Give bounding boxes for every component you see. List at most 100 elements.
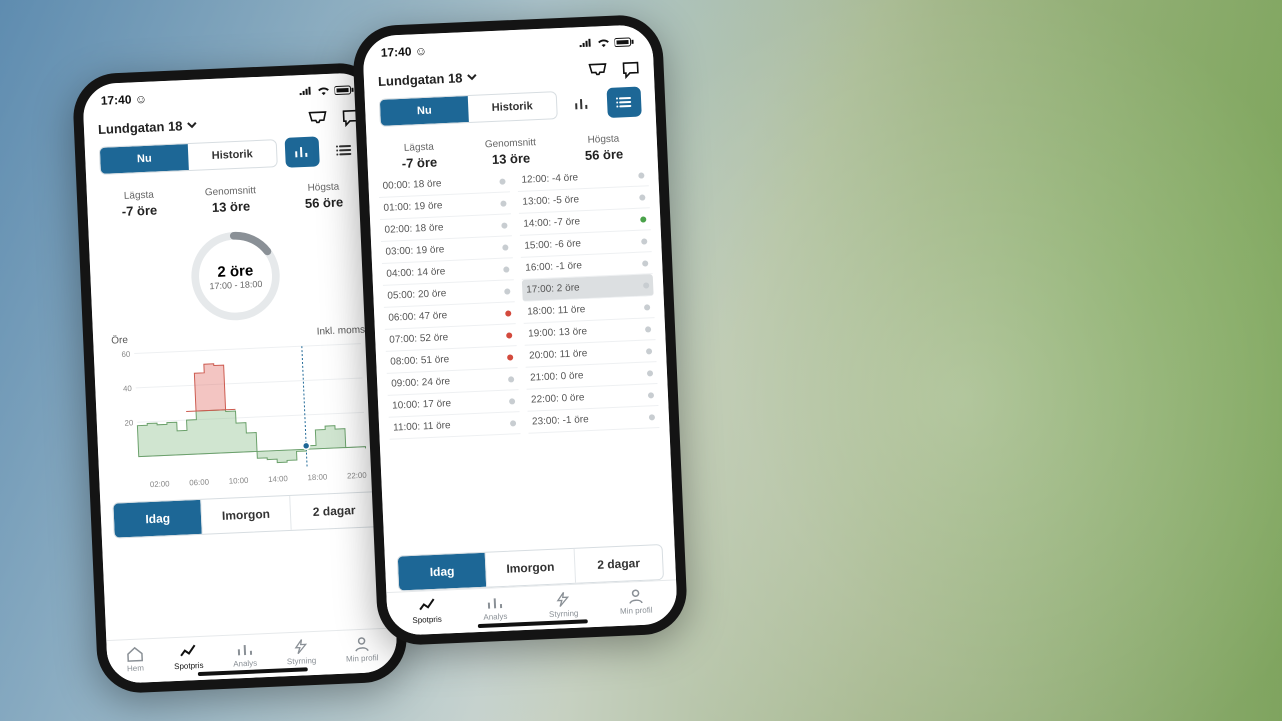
stat-high-label: Högsta [584, 133, 623, 146]
price-dot [507, 354, 513, 360]
bar-chart-icon [294, 145, 311, 160]
hour-text: 20:00: 11 öre [529, 348, 588, 362]
list-icon [336, 143, 353, 158]
phone-list-view: 17:40 ☺ Lundgatan 18 Nu Historik Lägsta-… [352, 14, 689, 647]
tab-now[interactable]: Nu [100, 144, 189, 174]
svg-text:14:00: 14:00 [268, 474, 289, 484]
hour-text: 18:00: 11 öre [527, 304, 586, 318]
svg-text:06:00: 06:00 [189, 478, 210, 488]
time-segment: Nu Historik [99, 139, 278, 175]
inbox-icon[interactable] [307, 110, 328, 129]
time-segment: Nu Historik [379, 91, 558, 127]
status-right-icons [578, 37, 634, 49]
wifi-icon [316, 86, 330, 97]
signal-icon [298, 87, 312, 98]
hour-row[interactable]: 11:00: 11 öre [389, 412, 521, 440]
tab-styrning[interactable]: Styrning [548, 591, 579, 619]
hour-text: 15:00: -6 öre [524, 238, 581, 251]
stat-high-value: 56 öre [305, 194, 344, 211]
stat-avg-value: 13 öre [205, 198, 257, 215]
price-dot [641, 238, 647, 244]
price-dot [640, 216, 646, 222]
price-dot [638, 172, 644, 178]
day-tomorrow[interactable]: Imorgon [201, 496, 291, 534]
trend-icon [179, 643, 198, 660]
svg-text:10:00: 10:00 [229, 476, 250, 486]
price-dot [500, 200, 506, 206]
chevron-down-icon [466, 72, 476, 82]
view-chart-button[interactable] [285, 136, 320, 167]
stat-avg-value: 13 öre [485, 150, 537, 167]
stat-low-value: -7 öre [121, 202, 157, 219]
tab-styrning[interactable]: Styrning [286, 638, 317, 666]
view-list-button[interactable] [607, 87, 642, 118]
wifi-icon [596, 38, 610, 49]
bar-chart-icon [574, 97, 591, 112]
person-icon [626, 588, 645, 605]
price-dot [508, 376, 514, 382]
battery-icon [614, 37, 634, 48]
tab-spotpris[interactable]: Spotpris [173, 643, 204, 671]
hour-text: 00:00: 18 öre [382, 178, 441, 192]
day-two[interactable]: 2 dagar [289, 492, 379, 530]
hour-text: 21:00: 0 öre [530, 370, 584, 383]
status-face-icon: ☺ [134, 92, 147, 107]
hour-text: 17:00: 2 öre [526, 282, 580, 295]
chat-icon[interactable] [621, 61, 640, 80]
hour-text: 16:00: -1 öre [525, 260, 582, 273]
inbox-icon[interactable] [587, 62, 608, 81]
chevron-down-icon [186, 120, 196, 130]
hour-list-right: 12:00: -4 öre13:00: -5 öre14:00: -7 öre1… [517, 164, 664, 543]
price-dot [644, 304, 650, 310]
price-chart[interactable]: 20406002:0006:0010:0014:0018:0022:00 [94, 335, 390, 498]
hour-text: 12:00: -4 öre [521, 172, 578, 185]
price-dot [643, 282, 649, 288]
view-chart-button[interactable] [565, 88, 600, 119]
gauge-range: 17:00 - 18:00 [209, 278, 262, 290]
tab-home[interactable]: Hem [125, 645, 144, 673]
tab-analys[interactable]: Analys [232, 641, 257, 669]
stat-low-label: Lägsta [121, 189, 157, 202]
location-selector[interactable]: Lundgatan 18 [98, 117, 197, 136]
signal-icon [578, 39, 592, 50]
svg-text:60: 60 [121, 350, 131, 359]
tab-analys[interactable]: Analys [482, 594, 507, 622]
price-dot [642, 260, 648, 266]
analytics-icon [485, 594, 504, 611]
svg-text:40: 40 [123, 384, 133, 393]
analytics-icon [235, 641, 254, 658]
day-two[interactable]: 2 dagar [573, 545, 663, 583]
location-selector[interactable]: Lundgatan 18 [378, 69, 477, 88]
price-dot [648, 392, 654, 398]
svg-text:18:00: 18:00 [307, 472, 328, 482]
stat-high-label: Högsta [304, 181, 343, 194]
price-dot [649, 414, 655, 420]
stat-avg-label: Genomsnitt [485, 137, 537, 150]
bolt-icon [292, 638, 311, 655]
hour-row[interactable]: 23:00: -1 öre [528, 406, 660, 434]
status-face-icon: ☺ [414, 44, 427, 59]
day-today[interactable]: Idag [113, 500, 202, 538]
hour-text: 22:00: 0 öre [531, 392, 585, 405]
hour-list-left: 00:00: 18 öre01:00: 19 öre02:00: 18 öre0… [378, 170, 525, 549]
bolt-icon [554, 591, 573, 608]
tab-profile[interactable]: Min profil [619, 588, 653, 616]
hour-text: 19:00: 13 öre [528, 326, 587, 340]
day-tomorrow[interactable]: Imorgon [485, 549, 575, 587]
price-dot [509, 398, 515, 404]
tab-now[interactable]: Nu [380, 96, 469, 126]
price-dot [639, 194, 645, 200]
tab-spotpris[interactable]: Spotpris [411, 597, 442, 625]
hour-text: 09:00: 24 öre [391, 376, 450, 390]
price-dot [502, 244, 508, 250]
tab-history[interactable]: Historik [468, 92, 557, 122]
tab-history[interactable]: Historik [188, 140, 277, 170]
svg-text:20: 20 [124, 418, 134, 427]
hour-text: 11:00: 11 öre [393, 420, 451, 433]
day-today[interactable]: Idag [398, 553, 487, 591]
person-icon [352, 636, 371, 653]
tab-profile[interactable]: Min profil [345, 635, 379, 663]
price-dot [506, 332, 512, 338]
stat-avg-label: Genomsnitt [205, 185, 257, 198]
chart-y-label: Öre [111, 335, 128, 347]
